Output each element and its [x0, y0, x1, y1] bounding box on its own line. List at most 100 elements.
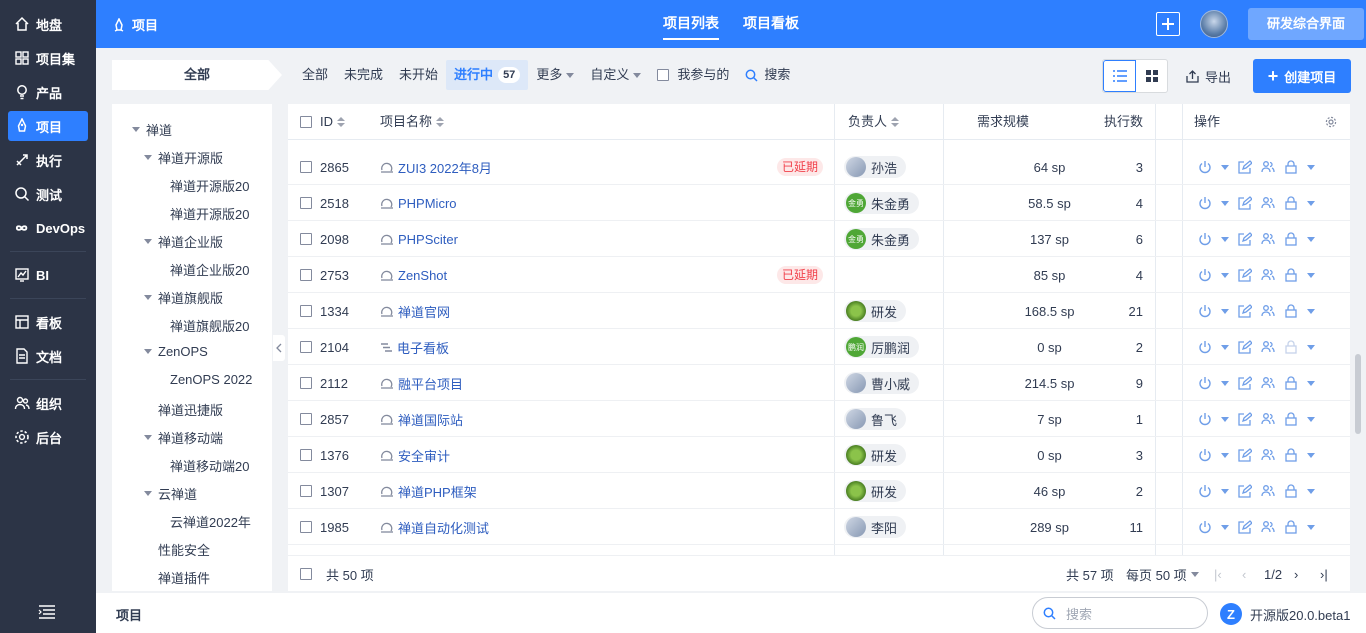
search-toggle[interactable]: 搜索 [737, 60, 798, 90]
team-action-button[interactable] [1261, 520, 1275, 534]
table-row[interactable]: 2753 ZenShot 已延期 85 sp 4 [288, 257, 1350, 293]
table-row[interactable]: 1334 禅道官网 研发 168.5 sp 21 [288, 293, 1350, 329]
row-project-name[interactable]: 电子看板 [380, 329, 449, 365]
whitelist-action-button[interactable] [1284, 448, 1298, 462]
caret-down-icon[interactable] [144, 239, 152, 244]
owner-chip[interactable]: 鲁飞 [844, 408, 907, 430]
tree-node[interactable]: 禅道插件 [158, 568, 210, 587]
start-action-button[interactable] [1198, 340, 1212, 354]
row-project-name[interactable]: 安全审计 [380, 437, 450, 473]
start-more-dropdown[interactable] [1221, 524, 1229, 530]
nav-item-3[interactable]: 项目 [8, 111, 88, 141]
project-name-link[interactable]: 禅道PHP框架 [398, 482, 477, 501]
row-checkbox[interactable] [300, 305, 312, 317]
prev-page-button[interactable]: ‹ [1242, 556, 1246, 592]
breadcrumb[interactable]: 项目 [112, 15, 158, 34]
whitelist-action-button[interactable] [1284, 268, 1298, 282]
caret-down-icon[interactable] [132, 127, 140, 132]
whitelist-action-button[interactable] [1284, 304, 1298, 318]
edit-action-button[interactable] [1238, 268, 1252, 282]
caret-down-icon[interactable] [144, 435, 152, 440]
edit-action-button[interactable] [1238, 412, 1252, 426]
start-action-button[interactable] [1198, 232, 1212, 246]
edit-action-button[interactable] [1238, 160, 1252, 174]
start-action-button[interactable] [1198, 196, 1212, 210]
more-actions-dropdown[interactable] [1307, 380, 1315, 386]
tree-node[interactable]: 禅道迅捷版 [158, 400, 223, 419]
version-info[interactable]: Z 开源版20.0.beta1 [1220, 603, 1350, 625]
row-project-name[interactable]: ZUI3 2022年8月 [380, 149, 492, 185]
table-row[interactable]: 2104 电子看板 鹏润 厉鹏润 0 sp 2 [288, 329, 1350, 365]
tree-node[interactable]: ZenOPS 2022 [170, 372, 252, 387]
edit-action-button[interactable] [1238, 484, 1252, 498]
tree-node[interactable]: 云禅道2022年 [170, 512, 251, 531]
start-action-button[interactable] [1198, 304, 1212, 318]
edit-action-button[interactable] [1238, 376, 1252, 390]
caret-down-icon[interactable] [144, 349, 152, 354]
more-actions-dropdown[interactable] [1307, 416, 1315, 422]
start-more-dropdown[interactable] [1221, 344, 1229, 350]
filter-mine[interactable]: 我参与的 [649, 60, 737, 90]
table-row[interactable]: 1307 禅道PHP框架 研发 46 sp 2 [288, 473, 1350, 509]
nav-item-4[interactable]: 执行 [8, 145, 88, 175]
whitelist-action-button[interactable] [1284, 232, 1298, 246]
start-action-button[interactable] [1198, 268, 1212, 282]
edit-action-button[interactable] [1238, 520, 1252, 534]
project-name-link[interactable]: ZenShot [398, 268, 447, 283]
nav-item-1[interactable]: 项目集 [8, 43, 88, 73]
whitelist-action-button[interactable] [1284, 520, 1298, 534]
table-row[interactable]: 2865 ZUI3 2022年8月 已延期 孙浩 64 sp 3 [288, 149, 1350, 185]
tree-node[interactable]: 禅道开源版20 [170, 176, 249, 195]
filter-custom[interactable]: 自定义 [582, 60, 649, 90]
start-more-dropdown[interactable] [1221, 416, 1229, 422]
row-checkbox[interactable] [300, 269, 312, 281]
row-checkbox[interactable] [300, 341, 312, 353]
tree-node[interactable]: 云禅道 [144, 484, 197, 503]
mine-checkbox[interactable] [657, 69, 670, 81]
tree-node[interactable]: 性能安全 [158, 540, 210, 559]
owner-chip[interactable]: 鹏润 厉鹏润 [844, 336, 920, 358]
whitelist-action-button[interactable] [1284, 160, 1298, 174]
row-checkbox[interactable] [300, 485, 312, 497]
table-row[interactable]: 1376 安全审计 研发 0 sp 3 [288, 437, 1350, 473]
start-more-dropdown[interactable] [1221, 380, 1229, 386]
project-name-link[interactable]: 电子看板 [397, 338, 449, 357]
team-action-button[interactable] [1261, 196, 1275, 210]
team-action-button[interactable] [1261, 340, 1275, 354]
start-more-dropdown[interactable] [1221, 308, 1229, 314]
nav-item-11[interactable]: 后台 [8, 422, 88, 452]
owner-chip[interactable]: 研发 [844, 444, 907, 466]
filter-undone[interactable]: 未完成 [336, 60, 391, 90]
nav-item-10[interactable]: 组织 [8, 388, 88, 418]
tree-node[interactable]: ZenOPS [144, 344, 208, 359]
team-action-button[interactable] [1261, 268, 1275, 282]
start-more-dropdown[interactable] [1221, 236, 1229, 242]
team-action-button[interactable] [1261, 376, 1275, 390]
row-checkbox[interactable] [300, 197, 312, 209]
table-row[interactable]: 2112 融平台项目 曹小威 214.5 sp 9 [288, 365, 1350, 401]
start-more-dropdown[interactable] [1221, 452, 1229, 458]
team-action-button[interactable] [1261, 448, 1275, 462]
owner-chip[interactable]: 金勇 朱金勇 [844, 228, 920, 250]
more-actions-dropdown[interactable] [1307, 524, 1315, 530]
start-action-button[interactable] [1198, 520, 1212, 534]
row-project-name[interactable]: 禅道自动化测试 [380, 509, 489, 545]
row-project-name[interactable]: PHPSciter [380, 221, 458, 257]
collapse-tree-button[interactable] [273, 335, 285, 361]
start-action-button[interactable] [1198, 484, 1212, 498]
col-owner[interactable]: 负责人 [848, 104, 900, 140]
tree-node[interactable]: 禅道旗舰版 [144, 288, 223, 307]
owner-chip[interactable]: 金勇 朱金勇 [844, 192, 920, 214]
program-all-pill[interactable]: 全部 [112, 60, 282, 90]
nav-item-5[interactable]: 测试 [8, 179, 88, 209]
row-checkbox[interactable] [300, 161, 312, 173]
dev-workspace-button[interactable]: 研发综合界面 [1248, 8, 1364, 40]
row-checkbox[interactable] [300, 449, 312, 461]
list-view-button[interactable] [1103, 60, 1136, 92]
table-scrollbar[interactable] [1352, 104, 1364, 591]
start-action-button[interactable] [1198, 448, 1212, 462]
edit-action-button[interactable] [1238, 232, 1252, 246]
project-name-link[interactable]: 禅道自动化测试 [398, 518, 489, 537]
card-view-button[interactable] [1136, 60, 1167, 92]
next-page-button[interactable]: › [1294, 556, 1298, 592]
